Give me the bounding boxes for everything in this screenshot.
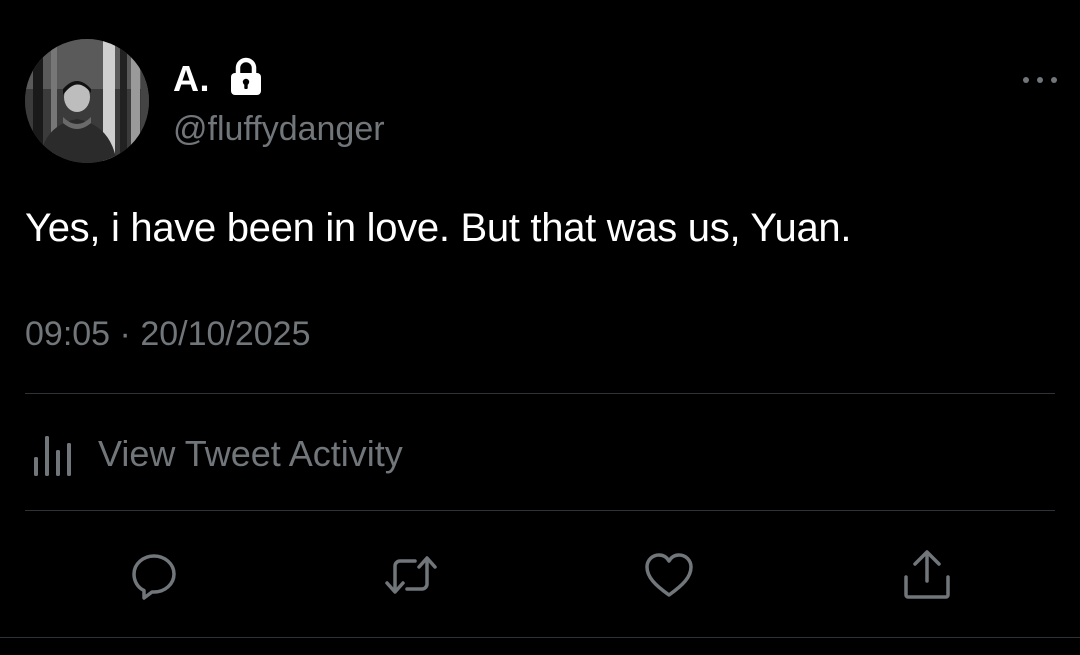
- lock-icon: [231, 57, 261, 95]
- display-name[interactable]: A.: [173, 57, 210, 101]
- retweet-icon: [385, 556, 437, 594]
- like-button[interactable]: [643, 549, 695, 601]
- reply-button[interactable]: [128, 549, 180, 601]
- tweet-detail: A. @fluffydanger Yes, i have been in lov…: [0, 0, 1080, 655]
- bar-chart-icon: [34, 436, 71, 476]
- username-handle[interactable]: @fluffydanger: [173, 108, 385, 150]
- avatar-photo: [25, 39, 149, 163]
- heart-icon: [645, 553, 693, 597]
- view-tweet-activity-link[interactable]: View Tweet Activity: [30, 428, 403, 480]
- share-icon: [904, 550, 950, 599]
- tweet-time: 09:05: [25, 315, 111, 353]
- reply-icon: [132, 554, 176, 600]
- tweet-text: Yes, i have been in love. But that was u…: [25, 206, 852, 250]
- view-tweet-activity-label: View Tweet Activity: [98, 433, 403, 474]
- timestamp-separator: ·: [119, 315, 131, 353]
- avatar[interactable]: [25, 39, 149, 163]
- divider: [25, 393, 1055, 394]
- tweet-date: 20/10/2025: [140, 315, 311, 353]
- more-horizontal-icon[interactable]: [1020, 72, 1060, 88]
- divider: [25, 510, 1055, 511]
- retweet-button[interactable]: [383, 549, 437, 601]
- tweet-timestamp[interactable]: 09:05 · 20/10/2025: [25, 312, 311, 356]
- divider: [0, 637, 1080, 638]
- share-button[interactable]: [901, 549, 953, 601]
